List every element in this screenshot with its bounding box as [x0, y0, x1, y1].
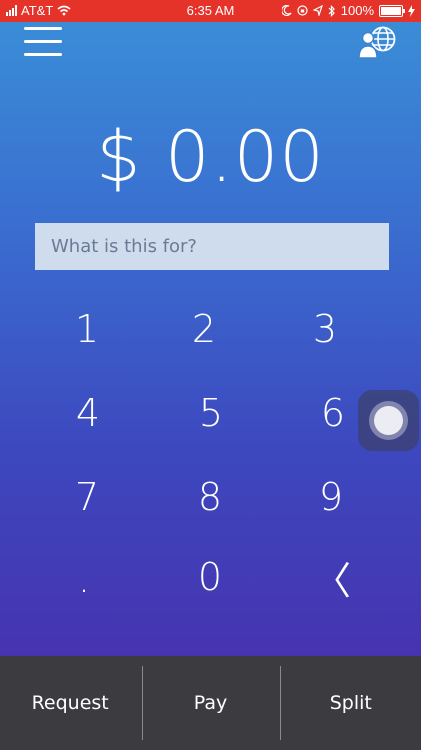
key-2[interactable]: 2 [154, 292, 254, 366]
key-8[interactable]: 8 [160, 460, 260, 534]
action-divider [280, 666, 281, 740]
request-button[interactable]: Request [0, 656, 140, 750]
key-7[interactable]: 7 [37, 460, 137, 534]
status-right: 100% [281, 3, 415, 18]
key-decimal[interactable]: . [34, 542, 134, 616]
backspace-icon[interactable]: 〈 [282, 540, 382, 614]
memo-input[interactable] [35, 223, 389, 270]
key-0[interactable]: 0 [160, 540, 260, 614]
key-9[interactable]: 9 [281, 460, 381, 534]
bluetooth-icon [328, 4, 335, 17]
assistive-touch-dot [374, 406, 403, 435]
battery-icon [379, 4, 405, 17]
split-button[interactable]: Split [281, 656, 421, 750]
lock-rotation-icon [297, 5, 308, 16]
action-divider [142, 666, 143, 740]
charging-icon [408, 4, 415, 17]
status-bar: AT&T 6:35 AM 100% [0, 0, 421, 22]
amount-display: $ 0.00 [96, 116, 325, 198]
key-5[interactable]: 5 [161, 376, 261, 450]
location-icon [312, 5, 323, 16]
pay-button[interactable]: Pay [140, 656, 280, 750]
moon-icon [281, 5, 292, 16]
battery-percent: 100% [340, 3, 374, 18]
key-1[interactable]: 1 [37, 292, 137, 366]
action-bar: Request Pay Split [0, 656, 421, 750]
assistive-touch-button[interactable] [358, 390, 419, 451]
key-4[interactable]: 4 [38, 376, 138, 450]
payment-screen: AT&T 6:35 AM 100% $ 0.00 What is this fo… [0, 0, 421, 750]
key-3[interactable]: 3 [275, 292, 375, 366]
user-globe-icon[interactable] [358, 25, 398, 59]
hamburger-menu-icon[interactable] [24, 27, 62, 57]
